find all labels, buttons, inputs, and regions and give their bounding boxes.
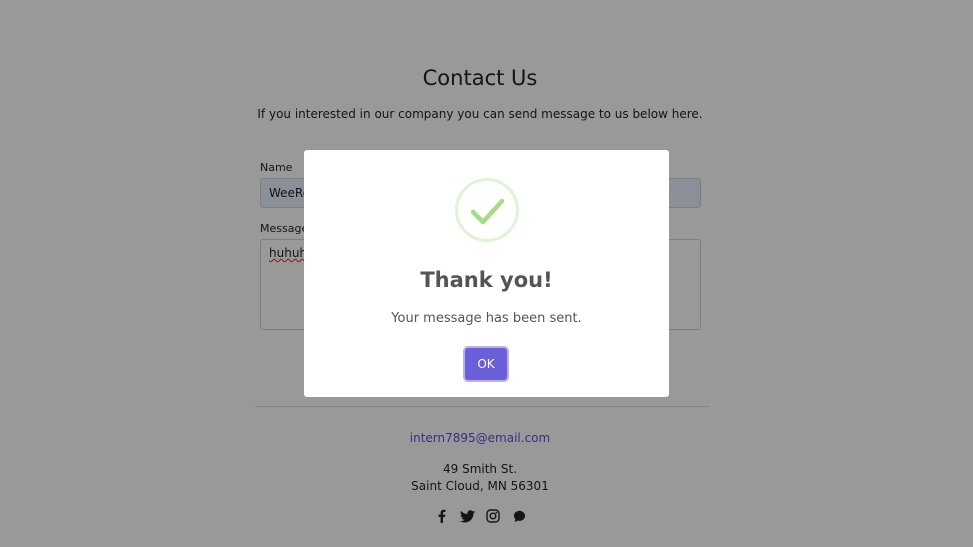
dialog-message: Your message has been sent. (391, 311, 582, 326)
success-dialog: Thank you! Your message has been sent. O… (304, 150, 669, 397)
ok-button[interactable]: OK (465, 348, 507, 380)
contact-page: Contact Us If you interested in our comp… (0, 0, 973, 547)
success-check-icon (455, 178, 519, 242)
dialog-title: Thank you! (420, 268, 553, 292)
